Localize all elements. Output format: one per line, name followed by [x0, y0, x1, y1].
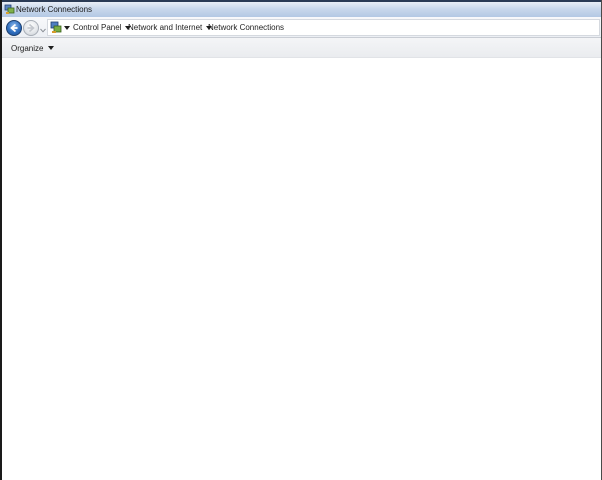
organize-label: Organize — [11, 43, 44, 53]
control-panel-icon — [50, 21, 62, 34]
breadcrumb-network-and-internet[interactable]: Network and Internet — [128, 22, 213, 33]
address-bar[interactable]: Control Panel Network and Internet Netwo… — [47, 19, 600, 36]
forward-arrow-icon — [27, 23, 35, 33]
back-button[interactable] — [6, 20, 22, 36]
back-arrow-icon — [10, 23, 18, 33]
chevron-down-icon — [48, 46, 55, 50]
chevron-down-icon — [64, 25, 70, 30]
breadcrumb-label: Control Panel — [73, 23, 122, 32]
forward-button[interactable] — [23, 20, 39, 36]
breadcrumb-label: Network and Internet — [128, 23, 203, 32]
breadcrumb-network-connections[interactable]: Network Connections — [208, 22, 284, 33]
chevron-down-icon — [40, 28, 46, 33]
organize-button[interactable]: Organize — [11, 42, 55, 54]
navigation-bar: Control Panel Network and Internet Netwo… — [2, 17, 601, 38]
breadcrumb-control-panel[interactable]: Control Panel — [73, 22, 132, 33]
window-title: Network Connections — [16, 5, 93, 14]
command-bar: Organize — [2, 38, 601, 58]
explorer-window: Network Connections Control Panel Networ… — [0, 0, 602, 480]
title-bar[interactable]: Network Connections — [2, 0, 601, 17]
file-list-area[interactable] — [2, 58, 601, 480]
breadcrumb-label: Network Connections — [208, 23, 285, 32]
network-connections-icon — [4, 4, 15, 15]
recent-pages-button[interactable] — [40, 26, 46, 33]
